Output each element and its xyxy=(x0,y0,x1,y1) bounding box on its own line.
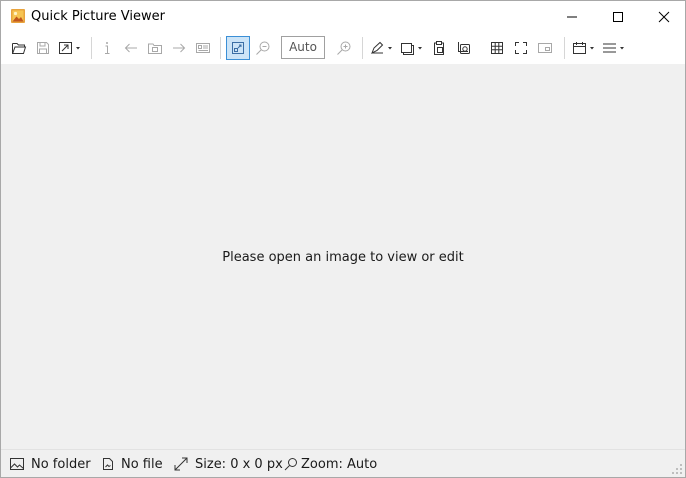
grid-icon xyxy=(491,42,503,54)
info-button[interactable] xyxy=(97,37,117,59)
open-with-button[interactable] xyxy=(56,37,84,59)
image-canvas[interactable]: Please open an image to view or edit xyxy=(1,64,685,449)
picture-in-picture-button[interactable] xyxy=(535,37,555,59)
slideshow-icon xyxy=(148,43,162,54)
screenshot-button[interactable] xyxy=(453,37,473,59)
resize-grip-icon[interactable] xyxy=(671,463,683,475)
zoom-in-icon xyxy=(337,41,351,55)
zoom-input[interactable]: Auto xyxy=(281,36,325,59)
copy-button[interactable] xyxy=(398,37,426,59)
status-size-label: Size: 0 x 0 px xyxy=(195,456,283,472)
screenshot-icon xyxy=(458,42,470,54)
status-bar: No folder No file Size: 0 x 0 px Zoom: A… xyxy=(1,449,685,477)
picture-in-picture-icon xyxy=(538,43,552,53)
draw-button[interactable] xyxy=(368,37,396,59)
status-folder-label: No folder xyxy=(31,456,91,472)
toolbar-separator xyxy=(91,37,92,59)
toolbar-separator xyxy=(220,37,221,59)
maximize-button[interactable] xyxy=(595,1,641,32)
status-file-label: No file xyxy=(121,456,163,472)
status-size[interactable]: Size: 0 x 0 px xyxy=(173,456,283,472)
draw-icon xyxy=(371,41,392,55)
save-button[interactable] xyxy=(33,37,53,59)
toolbar: Auto xyxy=(1,32,685,64)
open-button[interactable] xyxy=(9,37,29,59)
paste-icon xyxy=(434,41,444,55)
fullscreen-icon xyxy=(515,42,527,54)
menu-button[interactable] xyxy=(600,37,628,59)
zoom-to-fit-button[interactable] xyxy=(226,36,250,60)
image-folder-icon xyxy=(10,458,24,470)
window-title: Quick Picture Viewer xyxy=(31,9,165,24)
minimize-icon xyxy=(567,16,577,17)
file-icon xyxy=(103,458,113,470)
toolbar-separator xyxy=(564,37,565,59)
open-with-icon xyxy=(59,42,80,54)
previous-button[interactable] xyxy=(121,37,141,59)
status-file[interactable]: No file xyxy=(101,456,163,472)
grid-button[interactable] xyxy=(487,37,507,59)
toolbar-separator xyxy=(362,37,363,59)
paste-button[interactable] xyxy=(429,37,449,59)
close-button[interactable] xyxy=(641,1,686,32)
empty-state-message: Please open an image to view or edit xyxy=(222,250,464,265)
zoom-to-fit-icon xyxy=(232,42,244,54)
open-folder-icon xyxy=(12,43,27,54)
resize-arrows-icon xyxy=(174,457,188,471)
magnifier-icon xyxy=(284,458,297,471)
copy-icon xyxy=(401,43,422,55)
slideshow-button[interactable] xyxy=(145,37,165,59)
status-zoom-label: Zoom: Auto xyxy=(301,456,378,472)
close-icon xyxy=(658,11,670,22)
app-logo-icon xyxy=(11,9,25,23)
next-button[interactable] xyxy=(169,37,189,59)
zoom-in-button[interactable] xyxy=(334,37,354,59)
title-bar[interactable]: Quick Picture Viewer xyxy=(1,1,685,32)
exif-button[interactable] xyxy=(193,37,213,59)
maximize-icon xyxy=(613,11,623,22)
next-icon xyxy=(173,43,186,53)
exif-icon xyxy=(196,43,210,53)
save-icon xyxy=(37,42,49,54)
menu-icon xyxy=(603,43,624,53)
status-zoom[interactable]: Zoom: Auto xyxy=(284,456,377,472)
app-window: Quick Picture Viewer Auto Please open an… xyxy=(0,0,686,478)
calendar-button[interactable] xyxy=(570,37,598,59)
calendar-icon xyxy=(573,42,594,54)
previous-icon xyxy=(124,43,137,53)
info-icon xyxy=(105,42,110,54)
fullscreen-button[interactable] xyxy=(511,37,531,59)
zoom-out-button[interactable] xyxy=(253,37,273,59)
minimize-button[interactable] xyxy=(549,1,595,32)
zoom-out-icon xyxy=(256,41,270,55)
status-folder[interactable]: No folder xyxy=(9,456,91,472)
